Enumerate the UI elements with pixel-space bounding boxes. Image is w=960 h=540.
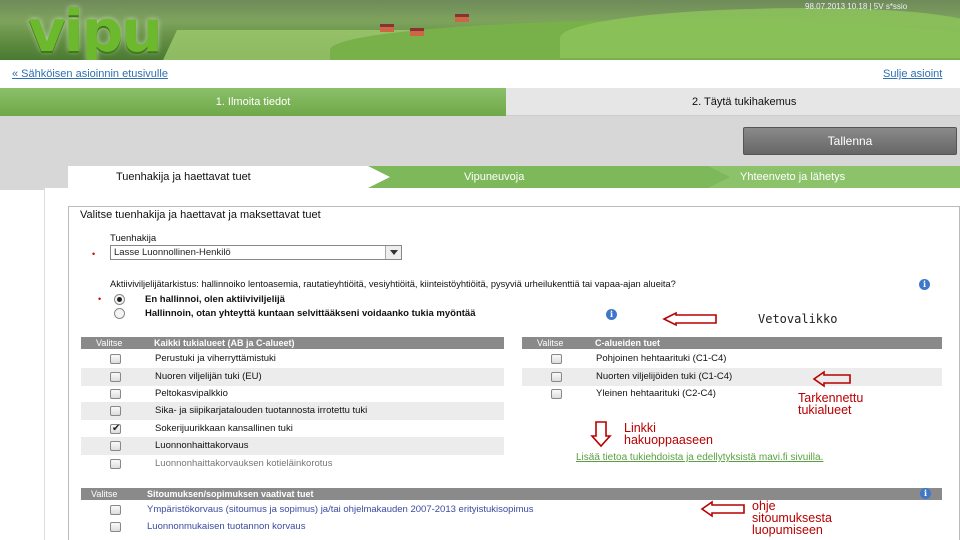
checkbox[interactable]: [551, 389, 562, 399]
banner-house: [410, 28, 424, 36]
checkbox[interactable]: [110, 372, 121, 382]
active-farmer-question: Aktiiviviljelijätarkistus: hallinnoiko l…: [110, 279, 676, 289]
col-select: Valitse: [537, 338, 564, 348]
col-select: Valitse: [91, 489, 118, 499]
applicant-label: Tuenhakija: [110, 233, 157, 244]
step-bar: 1. Ilmoita tiedot 2. Täytä tukihakemus: [0, 88, 960, 116]
banner-house: [380, 24, 394, 32]
arrow-down-icon: [590, 421, 612, 448]
checkbox[interactable]: [551, 372, 562, 382]
row-label: Nuoren viljelijän tuki (EU): [155, 371, 262, 382]
wizard-tabs: Yhteenveto ja lähetys Vipuneuvoja Tuenha…: [68, 166, 960, 188]
annotation-link: Linkki hakuoppaaseen: [624, 422, 713, 447]
checkbox-checked[interactable]: [110, 420, 121, 438]
applicant-select[interactable]: Lasse Luonnollinen-Henkilö: [110, 245, 402, 260]
info-icon[interactable]: i: [606, 309, 617, 320]
row-label: Sokerijuurikkaan kansallinen tuki: [155, 423, 293, 434]
checkbox[interactable]: [110, 505, 121, 515]
banner-hills-back: [560, 8, 960, 58]
col-title: Kaikki tukialueet (AB ja C-alueet): [154, 338, 295, 348]
radio-active-farmer-label: En hallinnoi, olen aktiiviviljelijä: [145, 294, 285, 305]
row-label: Luonnonmukaisen tuotannon korvaus: [147, 521, 306, 532]
left-table-header: Valitse Kaikki tukialueet (AB ja C-aluee…: [81, 337, 504, 349]
tab-applicant[interactable]: Tuenhakija ja haettavat tuet: [68, 166, 390, 188]
row-label: Luonnonhaittakorvauksen kotieläinkorotus: [155, 458, 333, 469]
row-label: Yleinen hehtaarituki (C2-C4): [596, 388, 716, 399]
checkbox[interactable]: [551, 354, 562, 364]
vipu-logo[interactable]: vipu: [28, 2, 162, 60]
required-marker: •: [92, 249, 96, 259]
annotation-dropdown: Vetovalikko: [758, 312, 838, 326]
table-row[interactable]: Sokerijuurikkaan kansallinen tuki: [81, 420, 504, 438]
arrow-left-icon: [700, 500, 745, 518]
table-row[interactable]: Nuoren viljelijän tuki (EU): [81, 368, 504, 386]
info-icon[interactable]: i: [919, 279, 930, 290]
row-label: Peltokasvipalkkio: [155, 388, 228, 399]
checkbox[interactable]: [110, 406, 121, 416]
header-banner: vipu 98.07.2013 10.18 | 5V s*ssio: [0, 0, 960, 60]
applicant-value: Lasse Luonnollinen-Henkilö: [114, 247, 231, 258]
table-row[interactable]: Luonnonhaittakorvaus: [81, 437, 504, 455]
annotation-line: hakuoppaaseen: [624, 433, 713, 447]
annotation-line: tukialueet: [798, 403, 852, 417]
back-to-home-link[interactable]: « Sähköisen asioinnin etusivulle: [12, 68, 168, 80]
radio-active-farmer[interactable]: [114, 294, 125, 305]
step-1[interactable]: 1. Ilmoita tiedot: [0, 88, 506, 116]
table-row[interactable]: Nuorten viljelijöiden tuki (C1-C4): [522, 368, 942, 386]
row-label: Nuorten viljelijöiden tuki (C1-C4): [596, 371, 733, 382]
row-label: Perustuki ja viherryttämistuki: [155, 353, 276, 364]
checkbox[interactable]: [110, 354, 121, 364]
commitments-table-header: Valitse Sitoumuksen/sopimuksen vaativat …: [81, 488, 942, 500]
arrow-left-icon: [812, 370, 851, 388]
checkbox[interactable]: [110, 522, 121, 532]
annotation-guide: ohje sitoumuksesta luopumiseen: [752, 500, 832, 537]
table-row[interactable]: Luonnonhaittakorvauksen kotieläinkorotus: [81, 455, 504, 473]
tab-label: Vipuneuvoja: [464, 171, 525, 183]
right-table-header: Valitse C-alueiden tuet: [522, 337, 942, 349]
chevron-down-icon[interactable]: [385, 246, 401, 259]
close-link[interactable]: Sulje asioint: [883, 68, 942, 80]
checkbox[interactable]: [110, 389, 121, 399]
save-button[interactable]: Tallenna: [743, 127, 957, 155]
info-icon[interactable]: i: [920, 488, 931, 499]
panel-title: Valitse tuenhakija ja haettavat ja makse…: [80, 209, 321, 221]
radio-contact-municipality[interactable]: [114, 308, 125, 319]
table-row[interactable]: Perustuki ja viherryttämistuki: [81, 350, 504, 368]
table-row[interactable]: Yleinen hehtaarituki (C2-C4): [522, 385, 942, 403]
col-title: C-alueiden tuet: [595, 338, 661, 348]
link-bar: « Sähköisen asioinnin etusivulle Sulje a…: [0, 60, 960, 88]
table-row[interactable]: Pohjoinen hehtaarituki (C1-C4): [522, 350, 942, 368]
radio-contact-municipality-label: Hallinnoin, otan yhteyttä kuntaan selvit…: [145, 308, 476, 319]
row-label: Luonnonhaittakorvaus: [155, 440, 249, 451]
tab-vipuneuvoja[interactable]: Vipuneuvoja: [368, 166, 730, 188]
col-select: Valitse: [96, 338, 123, 348]
row-label: Ympäristökorvaus (sitoumus ja sopimus) j…: [147, 504, 534, 515]
more-info-link[interactable]: Lisää tietoa tukiehdoista ja edellytyksi…: [576, 452, 823, 463]
table-row[interactable]: Sika- ja siipikarjatalouden tuotannosta …: [81, 402, 504, 420]
arrow-left-icon: [662, 311, 717, 327]
annotation-specified: Tarkennettu tukialueet: [798, 392, 863, 417]
checkbox[interactable]: [110, 441, 121, 451]
table-row[interactable]: Peltokasvipalkkio: [81, 385, 504, 403]
session-info: 98.07.2013 10.18 | 5V s*ssio: [805, 2, 908, 11]
tab-summary[interactable]: Yhteenveto ja lähetys: [708, 166, 960, 188]
row-label: Sika- ja siipikarjatalouden tuotannosta …: [155, 405, 368, 416]
row-label: Pohjoinen hehtaarituki (C1-C4): [596, 353, 727, 364]
tab-label: Tuenhakija ja haettavat tuet: [116, 171, 251, 183]
col-title: Sitoumuksen/sopimuksen vaativat tuet: [147, 489, 314, 499]
checkbox[interactable]: [110, 459, 121, 469]
banner-house: [455, 14, 469, 22]
step-2[interactable]: 2. Täytä tukihakemus: [506, 88, 960, 116]
tab-label: Yhteenveto ja lähetys: [740, 171, 846, 183]
required-marker: •: [98, 294, 102, 304]
annotation-line: luopumiseen: [752, 523, 823, 537]
